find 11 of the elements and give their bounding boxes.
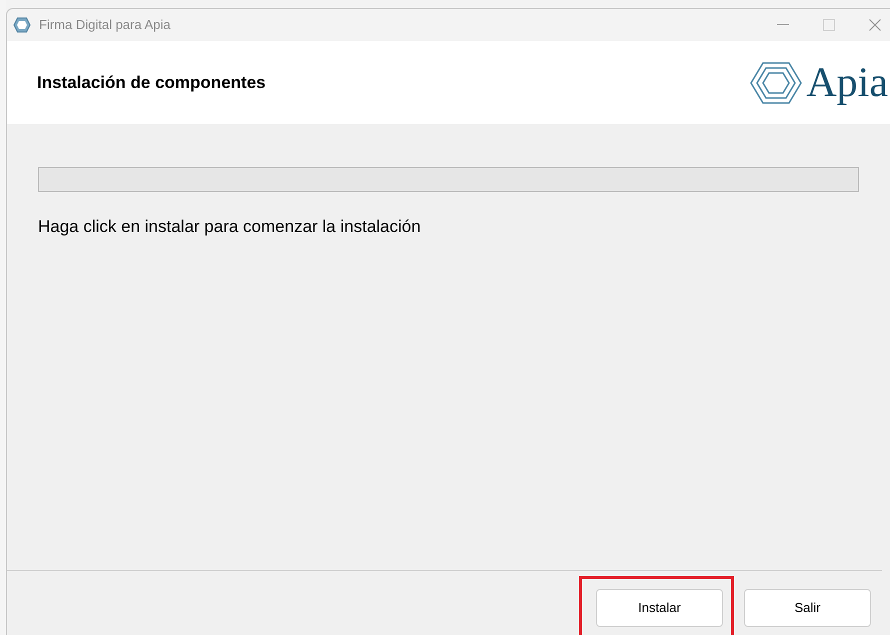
instruction-text: Haga click en instalar para comenzar la instalación	[38, 216, 422, 238]
hexagon-icon	[13, 17, 31, 33]
close-icon	[869, 19, 881, 31]
minimize-icon	[777, 24, 789, 26]
header-title: Instalación de componentes	[37, 72, 266, 94]
maximize-icon	[823, 19, 835, 31]
window-title: Firma Digital para Apia	[39, 16, 170, 34]
logo-text: Apia	[806, 58, 888, 106]
hexagon-logo-icon	[750, 60, 802, 104]
exit-button[interactable]: Salir	[744, 589, 871, 627]
install-button[interactable]: Instalar	[596, 589, 723, 627]
